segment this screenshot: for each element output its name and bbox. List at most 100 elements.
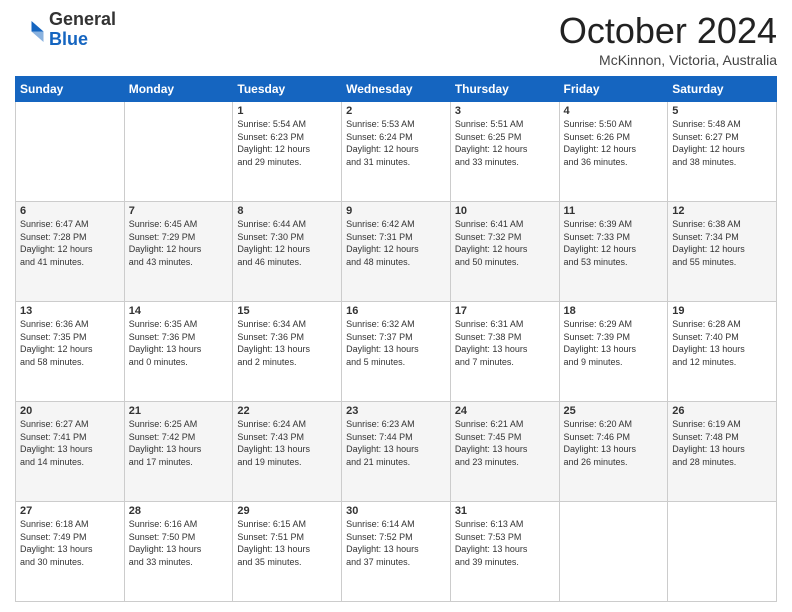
week-row-3: 13Sunrise: 6:36 AM Sunset: 7:35 PM Dayli… xyxy=(16,302,777,402)
col-thursday: Thursday xyxy=(450,77,559,102)
day-info: Sunrise: 6:32 AM Sunset: 7:37 PM Dayligh… xyxy=(346,318,446,368)
day-number: 23 xyxy=(346,405,446,417)
day-number: 11 xyxy=(564,205,664,217)
day-number: 31 xyxy=(455,505,555,517)
logo-text: General Blue xyxy=(49,10,116,50)
calendar-cell: 16Sunrise: 6:32 AM Sunset: 7:37 PM Dayli… xyxy=(342,302,451,402)
day-info: Sunrise: 6:38 AM Sunset: 7:34 PM Dayligh… xyxy=(672,218,772,268)
header: General Blue October 2024 McKinnon, Vict… xyxy=(15,10,777,68)
day-number: 12 xyxy=(672,205,772,217)
calendar-cell: 19Sunrise: 6:28 AM Sunset: 7:40 PM Dayli… xyxy=(668,302,777,402)
day-info: Sunrise: 6:23 AM Sunset: 7:44 PM Dayligh… xyxy=(346,418,446,468)
day-info: Sunrise: 6:16 AM Sunset: 7:50 PM Dayligh… xyxy=(129,518,229,568)
day-info: Sunrise: 6:45 AM Sunset: 7:29 PM Dayligh… xyxy=(129,218,229,268)
calendar-cell: 28Sunrise: 6:16 AM Sunset: 7:50 PM Dayli… xyxy=(124,502,233,602)
day-info: Sunrise: 6:28 AM Sunset: 7:40 PM Dayligh… xyxy=(672,318,772,368)
week-row-5: 27Sunrise: 6:18 AM Sunset: 7:49 PM Dayli… xyxy=(16,502,777,602)
day-info: Sunrise: 6:13 AM Sunset: 7:53 PM Dayligh… xyxy=(455,518,555,568)
day-number: 21 xyxy=(129,405,229,417)
day-number: 30 xyxy=(346,505,446,517)
calendar-cell xyxy=(559,502,668,602)
day-number: 16 xyxy=(346,305,446,317)
calendar-cell: 18Sunrise: 6:29 AM Sunset: 7:39 PM Dayli… xyxy=(559,302,668,402)
day-info: Sunrise: 6:24 AM Sunset: 7:43 PM Dayligh… xyxy=(237,418,337,468)
logo-blue: Blue xyxy=(49,29,88,49)
calendar-cell: 3Sunrise: 5:51 AM Sunset: 6:25 PM Daylig… xyxy=(450,102,559,202)
day-number: 19 xyxy=(672,305,772,317)
location: McKinnon, Victoria, Australia xyxy=(559,52,777,68)
col-friday: Friday xyxy=(559,77,668,102)
week-row-2: 6Sunrise: 6:47 AM Sunset: 7:28 PM Daylig… xyxy=(16,202,777,302)
day-number: 5 xyxy=(672,105,772,117)
week-row-1: 1Sunrise: 5:54 AM Sunset: 6:23 PM Daylig… xyxy=(16,102,777,202)
logo-general: General xyxy=(49,9,116,29)
col-wednesday: Wednesday xyxy=(342,77,451,102)
day-info: Sunrise: 6:36 AM Sunset: 7:35 PM Dayligh… xyxy=(20,318,120,368)
week-row-4: 20Sunrise: 6:27 AM Sunset: 7:41 PM Dayli… xyxy=(16,402,777,502)
calendar-cell xyxy=(124,102,233,202)
day-number: 25 xyxy=(564,405,664,417)
calendar-cell: 4Sunrise: 5:50 AM Sunset: 6:26 PM Daylig… xyxy=(559,102,668,202)
calendar-cell: 12Sunrise: 6:38 AM Sunset: 7:34 PM Dayli… xyxy=(668,202,777,302)
col-tuesday: Tuesday xyxy=(233,77,342,102)
day-info: Sunrise: 6:27 AM Sunset: 7:41 PM Dayligh… xyxy=(20,418,120,468)
col-sunday: Sunday xyxy=(16,77,125,102)
day-number: 24 xyxy=(455,405,555,417)
calendar-cell: 7Sunrise: 6:45 AM Sunset: 7:29 PM Daylig… xyxy=(124,202,233,302)
day-info: Sunrise: 5:50 AM Sunset: 6:26 PM Dayligh… xyxy=(564,118,664,168)
day-info: Sunrise: 6:21 AM Sunset: 7:45 PM Dayligh… xyxy=(455,418,555,468)
day-number: 6 xyxy=(20,205,120,217)
day-info: Sunrise: 6:35 AM Sunset: 7:36 PM Dayligh… xyxy=(129,318,229,368)
day-number: 26 xyxy=(672,405,772,417)
day-number: 7 xyxy=(129,205,229,217)
calendar-cell: 15Sunrise: 6:34 AM Sunset: 7:36 PM Dayli… xyxy=(233,302,342,402)
day-number: 9 xyxy=(346,205,446,217)
calendar-cell: 29Sunrise: 6:15 AM Sunset: 7:51 PM Dayli… xyxy=(233,502,342,602)
col-saturday: Saturday xyxy=(668,77,777,102)
col-monday: Monday xyxy=(124,77,233,102)
calendar-cell: 26Sunrise: 6:19 AM Sunset: 7:48 PM Dayli… xyxy=(668,402,777,502)
day-number: 3 xyxy=(455,105,555,117)
day-number: 10 xyxy=(455,205,555,217)
calendar-cell: 10Sunrise: 6:41 AM Sunset: 7:32 PM Dayli… xyxy=(450,202,559,302)
day-info: Sunrise: 6:41 AM Sunset: 7:32 PM Dayligh… xyxy=(455,218,555,268)
day-info: Sunrise: 6:19 AM Sunset: 7:48 PM Dayligh… xyxy=(672,418,772,468)
day-info: Sunrise: 6:34 AM Sunset: 7:36 PM Dayligh… xyxy=(237,318,337,368)
day-number: 28 xyxy=(129,505,229,517)
day-info: Sunrise: 5:54 AM Sunset: 6:23 PM Dayligh… xyxy=(237,118,337,168)
day-info: Sunrise: 6:14 AM Sunset: 7:52 PM Dayligh… xyxy=(346,518,446,568)
calendar-cell: 6Sunrise: 6:47 AM Sunset: 7:28 PM Daylig… xyxy=(16,202,125,302)
page: General Blue October 2024 McKinnon, Vict… xyxy=(0,0,792,612)
day-info: Sunrise: 6:20 AM Sunset: 7:46 PM Dayligh… xyxy=(564,418,664,468)
title-block: October 2024 McKinnon, Victoria, Austral… xyxy=(559,10,777,68)
calendar-cell: 30Sunrise: 6:14 AM Sunset: 7:52 PM Dayli… xyxy=(342,502,451,602)
calendar-cell: 5Sunrise: 5:48 AM Sunset: 6:27 PM Daylig… xyxy=(668,102,777,202)
calendar-cell: 27Sunrise: 6:18 AM Sunset: 7:49 PM Dayli… xyxy=(16,502,125,602)
day-info: Sunrise: 6:42 AM Sunset: 7:31 PM Dayligh… xyxy=(346,218,446,268)
day-info: Sunrise: 5:51 AM Sunset: 6:25 PM Dayligh… xyxy=(455,118,555,168)
calendar-cell: 8Sunrise: 6:44 AM Sunset: 7:30 PM Daylig… xyxy=(233,202,342,302)
day-number: 15 xyxy=(237,305,337,317)
logo: General Blue xyxy=(15,10,116,50)
calendar-cell: 13Sunrise: 6:36 AM Sunset: 7:35 PM Dayli… xyxy=(16,302,125,402)
day-number: 2 xyxy=(346,105,446,117)
calendar-cell xyxy=(668,502,777,602)
day-info: Sunrise: 6:18 AM Sunset: 7:49 PM Dayligh… xyxy=(20,518,120,568)
day-number: 27 xyxy=(20,505,120,517)
calendar-cell: 14Sunrise: 6:35 AM Sunset: 7:36 PM Dayli… xyxy=(124,302,233,402)
day-number: 29 xyxy=(237,505,337,517)
calendar-cell: 1Sunrise: 5:54 AM Sunset: 6:23 PM Daylig… xyxy=(233,102,342,202)
day-info: Sunrise: 6:44 AM Sunset: 7:30 PM Dayligh… xyxy=(237,218,337,268)
calendar-cell: 22Sunrise: 6:24 AM Sunset: 7:43 PM Dayli… xyxy=(233,402,342,502)
calendar-cell: 23Sunrise: 6:23 AM Sunset: 7:44 PM Dayli… xyxy=(342,402,451,502)
day-number: 17 xyxy=(455,305,555,317)
day-number: 18 xyxy=(564,305,664,317)
calendar-cell: 17Sunrise: 6:31 AM Sunset: 7:38 PM Dayli… xyxy=(450,302,559,402)
day-number: 1 xyxy=(237,105,337,117)
calendar-cell: 2Sunrise: 5:53 AM Sunset: 6:24 PM Daylig… xyxy=(342,102,451,202)
day-number: 13 xyxy=(20,305,120,317)
month-year: October 2024 xyxy=(559,10,777,52)
day-info: Sunrise: 6:47 AM Sunset: 7:28 PM Dayligh… xyxy=(20,218,120,268)
calendar-cell: 11Sunrise: 6:39 AM Sunset: 7:33 PM Dayli… xyxy=(559,202,668,302)
calendar-cell: 20Sunrise: 6:27 AM Sunset: 7:41 PM Dayli… xyxy=(16,402,125,502)
